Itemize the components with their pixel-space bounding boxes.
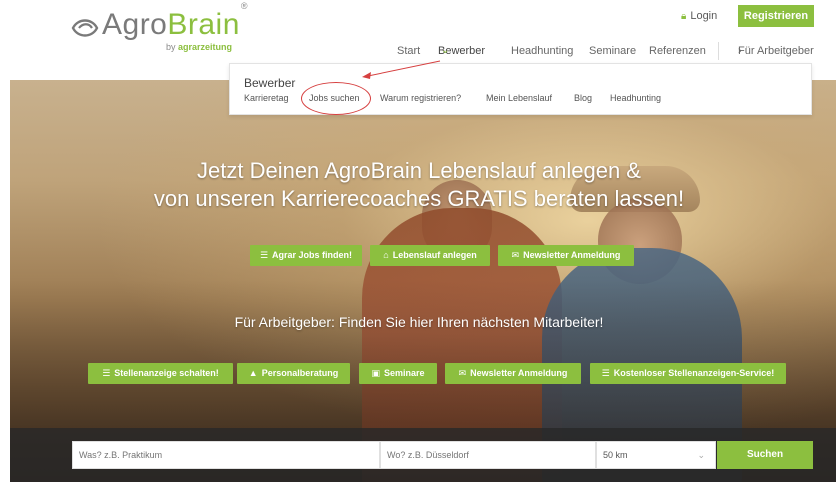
lebenslauf-button[interactable]: ⌂ Lebenslauf anlegen xyxy=(370,245,490,266)
nav-item-referenzen[interactable]: Referenzen xyxy=(649,45,706,57)
seminare-button[interactable]: ▣ Seminare xyxy=(359,363,437,384)
envelope-icon: ✉ xyxy=(458,368,467,378)
list-icon: ☰ xyxy=(601,368,610,378)
briefcase-icon: ▣ xyxy=(371,368,380,378)
employer-headline: Für Arbeitgeber: Finden Sie hier Ihren n… xyxy=(234,314,604,330)
main-nav: Start Bewerber ⌄ Headhunting Seminare Ref… xyxy=(397,45,814,57)
employer-newsletter-button[interactable]: ✉ Newsletter Anmeldung xyxy=(445,363,581,384)
dropdown-link-karrieretag[interactable]: Karrieretag xyxy=(244,93,289,103)
envelope-icon: ✉ xyxy=(511,250,520,260)
stellenanzeigen-service-button[interactable]: ☰ Kostenloser Stellenanzeigen-Service! xyxy=(590,363,786,384)
radius-select[interactable]: 50 km ⌄ xyxy=(596,441,716,469)
annotation-oval xyxy=(301,82,371,115)
graduation-cap-icon: ▲ xyxy=(248,368,258,378)
register-button[interactable]: Registrieren xyxy=(738,5,814,27)
dropdown-link-warum-registrieren[interactable]: Warum registrieren? xyxy=(380,93,461,103)
stellenanzeige-button[interactable]: ☰ Stellenanzeige schalten! xyxy=(88,363,233,384)
list-icon: ☰ xyxy=(259,250,269,260)
chevron-down-icon: ⌄ xyxy=(697,450,705,460)
dropdown-link-mein-lebenslauf[interactable]: Mein Lebenslauf xyxy=(486,93,552,103)
nav-item-seminare[interactable]: Seminare xyxy=(589,45,636,57)
login-link[interactable]: 🔒︎ Login xyxy=(681,10,717,22)
search-where-input[interactable] xyxy=(380,441,596,469)
nav-item-headhunting[interactable]: Headhunting xyxy=(511,45,573,57)
dropdown-link-blog[interactable]: Blog xyxy=(574,93,592,103)
logo-wordmark: AgroBrain® xyxy=(102,1,249,41)
agrobrain-logo[interactable]: AgroBrain® by agrarzeitung xyxy=(70,1,250,52)
chevron-down-icon: ⌄ xyxy=(441,45,450,56)
logo-leaf-icon xyxy=(71,19,99,37)
agrar-jobs-button[interactable]: ☰ Agrar Jobs finden! xyxy=(250,245,362,266)
lock-icon: 🔒︎ xyxy=(681,11,687,22)
dropdown-link-headhunting[interactable]: Headhunting xyxy=(610,93,661,103)
list-icon: ☰ xyxy=(102,368,111,378)
nav-item-fuer-arbeitgeber[interactable]: Für Arbeitgeber › xyxy=(738,45,814,57)
hero-image xyxy=(10,80,836,482)
search-button[interactable]: Suchen xyxy=(717,441,813,469)
nav-item-start[interactable]: Start xyxy=(397,45,420,57)
hero-headline-line2: von unseren Karrierecoaches GRATIS berat… xyxy=(153,186,685,211)
dropdown-title: Bewerber xyxy=(244,76,296,90)
home-icon: ⌂ xyxy=(383,250,389,260)
hero-headline-line1: Jetzt Deinen AgroBrain Lebenslauf anlege… xyxy=(197,158,641,183)
personalberatung-button[interactable]: ▲ Personalberatung xyxy=(237,363,350,384)
search-what-input[interactable] xyxy=(72,441,380,469)
newsletter-button[interactable]: ✉ Newsletter Anmeldung xyxy=(498,245,634,266)
nav-divider xyxy=(718,42,719,60)
